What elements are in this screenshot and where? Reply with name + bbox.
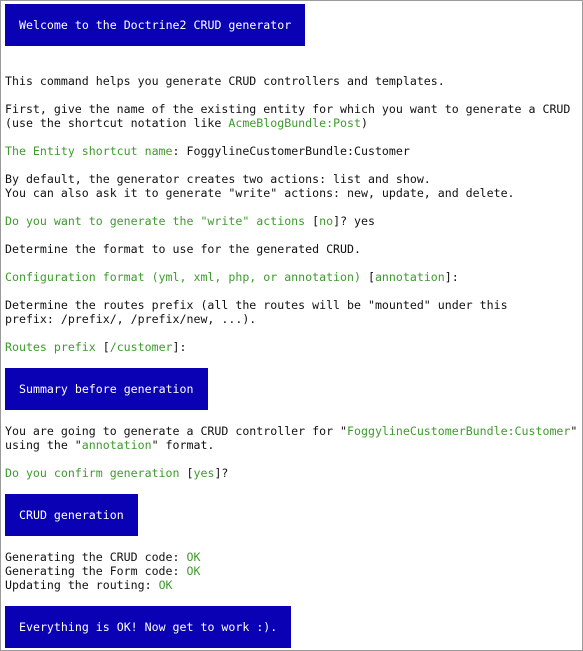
gen-crud-label: Generating the CRUD code: <box>5 550 187 564</box>
entity-prompt-line: The Entity shortcut name: FoggylineCusto… <box>5 144 410 158</box>
format-hint: Determine the format to use for the gene… <box>5 242 361 256</box>
terminal-window: Welcome to the Doctrine2 CRUD generator … <box>0 0 583 651</box>
confirm-prompt-line: Do you confirm generation [yes]? <box>5 466 228 480</box>
summary-2-prefix: using the " <box>5 438 82 452</box>
entity-hint-example: AcmeBlogBundle:Post <box>228 116 361 130</box>
write-default-open: [ <box>305 214 320 228</box>
entity-hint-line-1: First, give the name of the existing ent… <box>5 102 571 116</box>
gen-routing-label: Updating the routing: <box>5 578 159 592</box>
format-prompt-label: Configuration format (yml, xml, php, or … <box>5 270 361 284</box>
routes-default-value: /customer <box>109 340 173 354</box>
routes-hint-line-2: prefix: /prefix/, /prefix/new, ...). <box>5 312 257 326</box>
actions-line-2: You can also ask it to generate "write" … <box>5 186 515 200</box>
intro-text: This command helps you generate CRUD con… <box>5 74 445 88</box>
summary-banner-text: Summary before generation <box>19 382 194 396</box>
actions-line-1: By default, the generator creates two ac… <box>5 172 431 186</box>
gen-routing-line: Updating the routing: OK <box>5 578 173 592</box>
summary-1-prefix: You are going to generate a CRUD control… <box>5 424 348 438</box>
summary-line-1: You are going to generate a CRUD control… <box>5 424 577 438</box>
summary-1-suffix: " <box>570 424 578 438</box>
routes-prompt-line: Routes prefix [/customer]: <box>5 340 187 354</box>
gen-form-label: Generating the Form code: <box>5 564 187 578</box>
format-prompt-line: Configuration format (yml, xml, php, or … <box>5 270 459 284</box>
confirm-default-open: [ <box>179 466 194 480</box>
done-banner-text: Everything is OK! Now get to work :). <box>19 620 278 634</box>
generation-banner-text: CRUD generation <box>19 508 124 522</box>
summary-banner: Summary before generation <box>5 368 208 410</box>
entity-prompt-answer: : FoggylineCustomerBundle:Customer <box>172 144 410 158</box>
write-answer: ]? yes <box>333 214 375 228</box>
format-default-close: ]: <box>444 270 459 284</box>
confirm-default-close: ]? <box>214 466 229 480</box>
entity-hint-prefix: (use the shortcut notation like <box>5 116 229 130</box>
gen-crud-line: Generating the CRUD code: OK <box>5 550 200 564</box>
done-banner: Everything is OK! Now get to work :). <box>5 606 292 648</box>
gen-form-status: OK <box>186 564 201 578</box>
routes-default-open: [ <box>95 340 110 354</box>
entity-prompt-label: The Entity shortcut name <box>5 144 173 158</box>
summary-2-suffix: " format. <box>151 438 215 452</box>
format-default-open: [ <box>360 270 375 284</box>
generation-banner: CRUD generation <box>5 494 138 536</box>
summary-entity: FoggylineCustomerBundle:Customer <box>347 424 571 438</box>
gen-routing-status: OK <box>158 578 173 592</box>
format-default-value: annotation <box>374 270 445 284</box>
welcome-banner: Welcome to the Doctrine2 CRUD generator <box>5 4 306 46</box>
entity-hint-line-2: (use the shortcut notation like AcmeBlog… <box>5 116 368 130</box>
gen-form-line: Generating the Form code: OK <box>5 564 200 578</box>
gen-crud-status: OK <box>186 550 201 564</box>
summary-format: annotation <box>81 438 152 452</box>
confirm-prompt-label: Do you confirm generation <box>5 466 180 480</box>
routes-hint-line-1: Determine the routes prefix (all the rou… <box>5 298 508 312</box>
routes-default-close: ]: <box>172 340 187 354</box>
entity-hint-suffix: ) <box>361 116 368 130</box>
summary-line-2: using the "annotation" format. <box>5 438 214 452</box>
welcome-banner-text: Welcome to the Doctrine2 CRUD generator <box>19 18 292 32</box>
write-prompt-label: Do you want to generate the "write" acti… <box>5 214 306 228</box>
write-prompt-line: Do you want to generate the "write" acti… <box>5 214 375 228</box>
write-default-value: no <box>319 214 334 228</box>
routes-prompt-label: Routes prefix <box>5 340 96 354</box>
confirm-default-value: yes <box>193 466 215 480</box>
